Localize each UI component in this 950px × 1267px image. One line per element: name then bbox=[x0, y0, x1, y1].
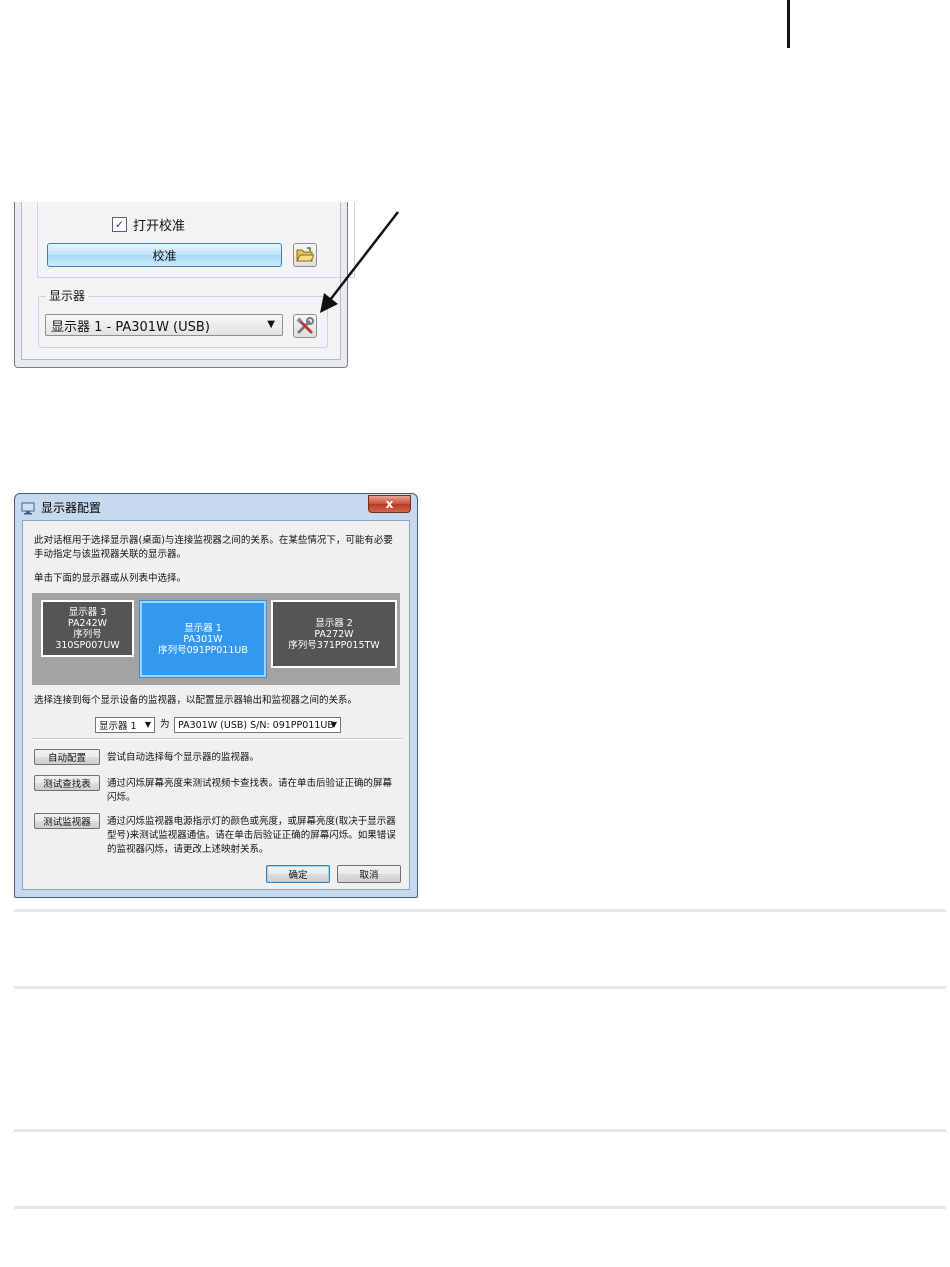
divider bbox=[14, 986, 946, 989]
monitor-tile-2[interactable]: 显示器 2 PA272W 序列号371PP015TW bbox=[271, 600, 397, 668]
chevron-down-icon: ▼ bbox=[330, 720, 337, 729]
ok-button[interactable]: 确定 bbox=[266, 865, 330, 883]
test-monitor-description-line1: 通过闪烁监视器电源指示灯的颜色或亮度，或屏幕亮度(取决于显示器 bbox=[107, 816, 396, 827]
test-lookup-table-button[interactable]: 测试查找表 bbox=[34, 775, 100, 791]
monitor-tile-serial: 序列号091PP011UB bbox=[158, 644, 248, 656]
separator bbox=[32, 738, 402, 740]
monitor-tile-model: PA301W bbox=[183, 633, 223, 645]
monitor-mapping-value: PA301W (USB) S/N: 091PP011UB bbox=[178, 719, 334, 731]
cancel-button[interactable]: 取消 bbox=[337, 865, 401, 883]
monitor-tile-1[interactable]: 显示器 1 PA301W 序列号091PP011UB bbox=[139, 600, 267, 678]
dialog-titlebar[interactable]: 显示器配置 x bbox=[15, 494, 417, 520]
monitor-tile-serial: 序列号310SP007UW bbox=[55, 628, 120, 651]
test-monitor-description-line3: 的监视器闪烁，请更改上述映射关系。 bbox=[107, 844, 269, 855]
monitor-tile-3[interactable]: 显示器 3 PA242W 序列号310SP007UW bbox=[41, 600, 134, 657]
chevron-down-icon: ▼ bbox=[267, 319, 275, 330]
divider bbox=[14, 1206, 946, 1209]
close-button[interactable]: x bbox=[368, 495, 411, 513]
divider bbox=[14, 909, 946, 912]
intro-text-line2: 手动指定与该监视器关联的显示器。 bbox=[34, 549, 187, 560]
monitor-layout-area: 显示器 3 PA242W 序列号310SP007UW 显示器 1 PA301W … bbox=[32, 593, 400, 685]
test-monitor-description-line2: 型号)来测试监视器通信。请在单击后验证正确的屏幕闪烁。如果错误 bbox=[107, 830, 396, 841]
display-configuration-dialog: 显示器配置 x 此对话框用于选择显示器(桌面)与连接监视器之间的关系。在某些情况… bbox=[14, 493, 418, 898]
monitor-tile-name: 显示器 3 bbox=[68, 606, 107, 618]
monitor-select-value: 显示器 1 - PA301W (USB) bbox=[51, 319, 210, 335]
monitor-configuration-button[interactable] bbox=[293, 314, 317, 338]
select-instruction-text: 选择连接到每个显示设备的监视器，以配置显示器输出和监视器之间的关系。 bbox=[34, 695, 358, 706]
monitor-tile-model: PA272W bbox=[314, 628, 354, 640]
dialog-title: 显示器配置 bbox=[41, 501, 102, 515]
auto-config-description: 尝试自动选择每个显示器的监视器。 bbox=[107, 752, 260, 763]
folder-icon bbox=[296, 247, 314, 262]
monitor-tile-model: PA242W bbox=[67, 617, 108, 629]
monitor-tile-name: 显示器 2 bbox=[315, 617, 353, 629]
display-select-value: 显示器 1 bbox=[99, 721, 137, 732]
dialog-client-area: 此对话框用于选择显示器(桌面)与连接监视器之间的关系。在某些情况下，可能有必要 … bbox=[22, 520, 410, 890]
calibrate-button[interactable]: 校准 bbox=[47, 243, 282, 267]
open-calibration-label: 打开校准 bbox=[133, 219, 186, 234]
close-icon: x bbox=[385, 497, 394, 511]
test-lookup-description-line2: 闪烁。 bbox=[107, 792, 136, 803]
chevron-down-icon: ▼ bbox=[144, 720, 151, 729]
monitor-select[interactable]: 显示器 1 - PA301W (USB) ▼ bbox=[45, 314, 283, 336]
monitor-tile-name: 显示器 1 bbox=[184, 622, 222, 634]
test-lookup-description-line1: 通过闪烁屏幕亮度来测试视频卡查找表。请在单击后验证正确的屏幕 bbox=[107, 778, 393, 789]
as-label: 为 bbox=[160, 719, 170, 730]
auto-config-button[interactable]: 自动配置 bbox=[34, 749, 100, 765]
monitor-tile-serial: 序列号371PP015TW bbox=[288, 639, 380, 651]
open-calibration-row[interactable]: ✓ 打开校准 bbox=[112, 215, 185, 234]
display-select[interactable]: 显示器 1 ▼ bbox=[95, 717, 155, 733]
intro-text-line1: 此对话框用于选择显示器(桌面)与连接监视器之间的关系。在某些情况下，可能有必要 bbox=[34, 535, 393, 546]
monitor-mapping-select[interactable]: PA301W (USB) S/N: 091PP011UB ▼ bbox=[174, 717, 341, 733]
test-monitor-button[interactable]: 测试监视器 bbox=[34, 813, 100, 829]
open-calibration-checkbox[interactable]: ✓ bbox=[112, 217, 127, 232]
click-hint-text: 单击下面的显示器或从列表中选择。 bbox=[34, 573, 187, 584]
page-edge-rule bbox=[787, 0, 790, 48]
monitor-icon bbox=[21, 500, 35, 519]
divider bbox=[14, 1129, 946, 1132]
monitor-group-label: 显示器 bbox=[46, 287, 89, 304]
open-folder-button[interactable] bbox=[293, 243, 317, 267]
tools-icon bbox=[296, 317, 314, 334]
